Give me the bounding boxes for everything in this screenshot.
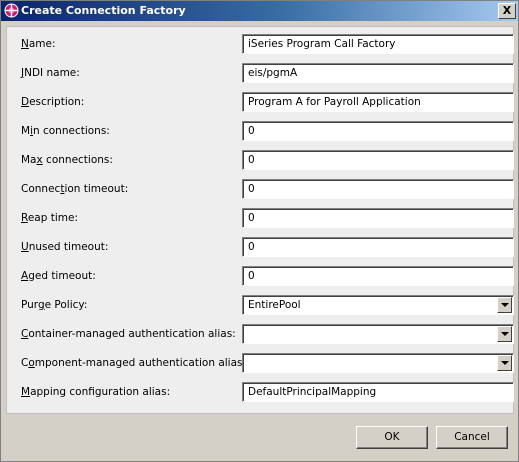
- jndi-name-label: JNDI name:: [21, 67, 80, 79]
- description-label: Description:: [21, 96, 85, 108]
- connection-timeout-input[interactable]: 0: [242, 179, 514, 199]
- purge-policy-label: Purge Policy:: [21, 299, 88, 311]
- reap-time-label: Reap time:: [21, 212, 78, 224]
- cancel-button[interactable]: Cancel: [436, 426, 508, 449]
- form-row-connection-timeout: Connection timeout: 0: [7, 177, 514, 203]
- mapping-configuration-alias-input[interactable]: DefaultPrincipalMapping: [242, 382, 514, 402]
- connection-factory-icon: [4, 3, 19, 18]
- reap-time-input[interactable]: 0: [242, 208, 514, 228]
- form-row-aged-timeout: Aged timeout: 0: [7, 264, 514, 290]
- form-row-max-connections: Max connections: 0: [7, 148, 514, 174]
- unused-timeout-label: Unused timeout:: [21, 241, 109, 253]
- dialog-title: Create Connection Factory: [21, 4, 186, 17]
- ok-button[interactable]: OK: [356, 426, 428, 449]
- min-connections-input[interactable]: 0: [242, 121, 514, 141]
- component-managed-authentication-alias-dropdown[interactable]: [242, 353, 514, 373]
- purge-policy-dropdown[interactable]: EntirePool: [242, 295, 514, 315]
- connection-timeout-label: Connection timeout:: [21, 183, 129, 195]
- dialog-window: Create Connection Factory X Name: iSeries…: [0, 0, 519, 462]
- chevron-down-icon[interactable]: [497, 326, 512, 342]
- unused-timeout-input[interactable]: 0: [242, 237, 514, 257]
- jndi-name-input[interactable]: eis/pgmA: [242, 63, 514, 83]
- close-icon[interactable]: X: [498, 3, 516, 19]
- form-row-jndi-name: JNDI name: eis/pgmA: [7, 61, 514, 87]
- aged-timeout-label: Aged timeout:: [21, 270, 96, 282]
- min-connections-label: Min connections:: [21, 125, 110, 137]
- form-row-component-managed-authentication-alias: Component-managed authentication alias:: [7, 351, 514, 377]
- form-row-name: Name: iSeries Program Call Factory: [7, 32, 514, 58]
- aged-timeout-input[interactable]: 0: [242, 266, 514, 286]
- description-input[interactable]: Program A for Payroll Application: [242, 92, 514, 112]
- form-row-purge-policy: Purge Policy: EntirePool: [7, 293, 514, 319]
- button-bar: OK Cancel: [1, 414, 518, 461]
- component-managed-authentication-alias-label: Component-managed authentication alias:: [21, 357, 247, 369]
- chevron-down-icon[interactable]: [497, 297, 512, 313]
- mapping-configuration-alias-label: Mapping configuration alias:: [21, 386, 171, 398]
- purge-policy-selected-value: EntirePool: [248, 299, 301, 311]
- form-row-mapping-configuration-alias: Mapping configuration alias: DefaultPrinc…: [7, 380, 514, 406]
- form-row-reap-time: Reap time: 0: [7, 206, 514, 232]
- container-managed-authentication-alias-dropdown[interactable]: [242, 324, 514, 344]
- chevron-down-icon[interactable]: [497, 355, 512, 371]
- form-row-container-managed-authentication-alias: Container-managed authentication alias:: [7, 322, 514, 348]
- max-connections-input[interactable]: 0: [242, 150, 514, 170]
- form-row-unused-timeout: Unused timeout: 0: [7, 235, 514, 261]
- container-managed-authentication-alias-label: Container-managed authentication alias:: [21, 328, 236, 340]
- form-row-min-connections: Min connections: 0: [7, 119, 514, 145]
- form-panel: Name: iSeries Program Call Factory JNDI na…: [6, 26, 514, 414]
- name-input[interactable]: iSeries Program Call Factory: [242, 34, 514, 54]
- form-row-description: Description: Program A for Payroll Applic…: [7, 90, 514, 116]
- max-connections-label: Max connections:: [21, 154, 113, 166]
- title-bar[interactable]: Create Connection Factory X: [1, 1, 518, 21]
- name-label: Name:: [21, 38, 56, 50]
